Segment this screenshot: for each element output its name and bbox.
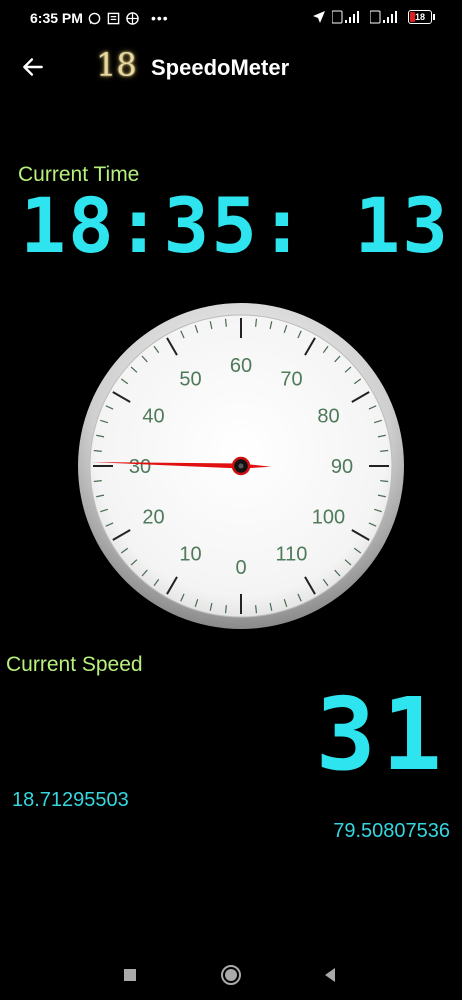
minor-tick <box>255 605 258 614</box>
back-triangle-icon[interactable] <box>318 963 342 987</box>
dial-tick-label: 30 <box>129 456 151 478</box>
home-circle-icon[interactable] <box>219 963 243 987</box>
grid-app-icon <box>126 11 139 25</box>
minor-tick <box>255 318 258 327</box>
whatsapp-icon <box>88 12 101 24</box>
more-notifications-icon: ••• <box>151 10 169 26</box>
current-speed-display: 31 <box>315 676 448 793</box>
system-navigation-bar <box>0 950 462 1000</box>
minor-tick <box>380 449 389 452</box>
signal-volte-icon <box>332 10 359 24</box>
recents-square-icon[interactable] <box>118 963 142 987</box>
dial-tick-label: 70 <box>280 369 302 391</box>
battery-icon: 18 <box>408 10 435 24</box>
minor-tick <box>93 449 102 452</box>
status-time: 6:35 PM <box>30 10 83 26</box>
dial-tick-label: 90 <box>331 456 353 478</box>
dial-tick-label: 60 <box>230 355 252 377</box>
dial-tick-label: 40 <box>142 406 164 428</box>
minor-tick <box>224 318 227 327</box>
app-logo: 18 <box>96 46 137 84</box>
latitude-value: 18.71295503 <box>12 789 129 811</box>
dial-tick-label: 50 <box>179 369 201 391</box>
minor-tick <box>380 480 389 483</box>
minor-tick <box>224 605 227 614</box>
location-arrow-icon <box>313 11 325 23</box>
back-arrow-icon[interactable] <box>20 54 46 80</box>
battery-level: 18 <box>414 12 425 22</box>
app-title: SpeedoMeter <box>151 55 290 80</box>
needle-hub-center <box>238 463 244 469</box>
dial-tick-label: 0 <box>235 557 246 579</box>
minor-tick <box>93 480 102 483</box>
longitude-value: 79.50807536 <box>333 820 450 842</box>
current-time-display: 18:35: 13 <box>20 181 450 270</box>
dial-tick-label: 110 <box>276 543 308 565</box>
status-system-icons: 18 <box>312 10 435 24</box>
status-bar: 6:35 PM ••• 18 <box>0 0 462 36</box>
dial-tick-label: 20 <box>142 507 164 529</box>
dial-tick-label: 100 <box>312 507 345 529</box>
speedometer-dial: 0 10 20 30 40 50 60 70 80 90 100110 <box>78 303 404 629</box>
notes-icon <box>107 12 120 24</box>
dial-tick-label: 10 <box>179 543 201 565</box>
current-speed-label: Current Speed <box>6 653 143 676</box>
app-bar: 18 SpeedoMeter <box>0 36 462 96</box>
dial-tick-label: 80 <box>317 406 339 428</box>
status-notification-icons: ••• <box>88 10 169 26</box>
signal-volte-icon-2 <box>370 10 397 24</box>
